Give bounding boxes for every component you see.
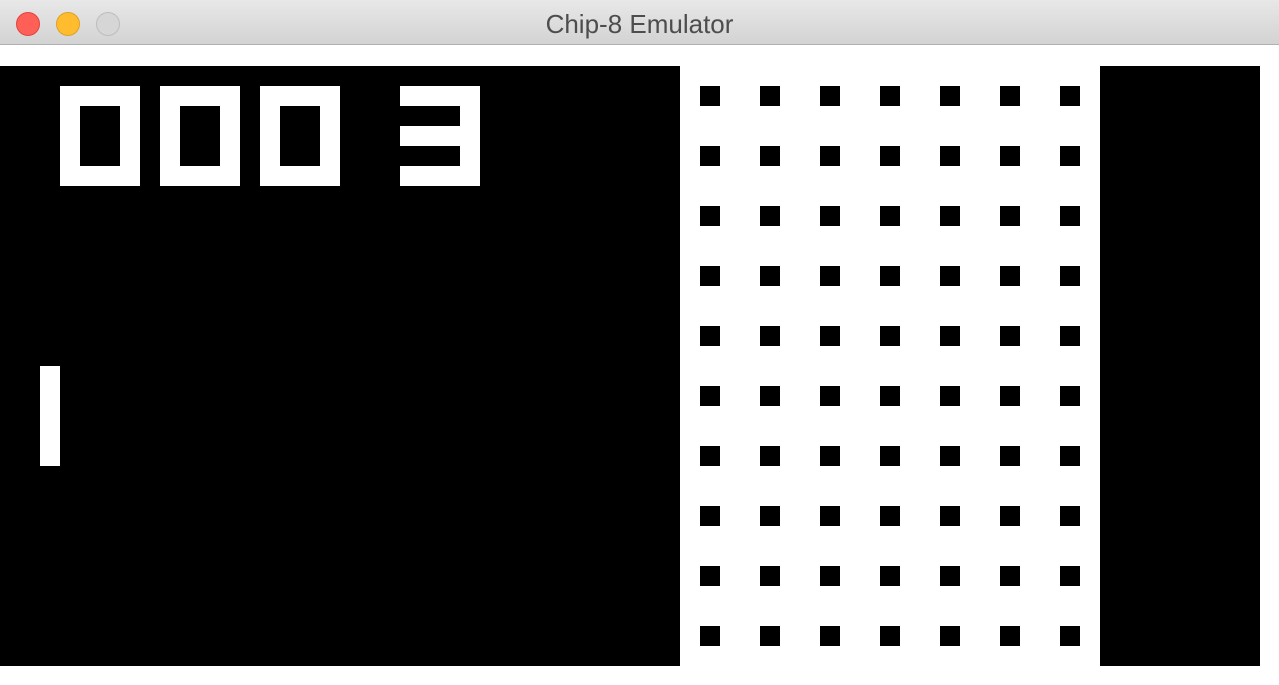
net-dot	[700, 86, 720, 106]
net-dot	[820, 386, 840, 406]
net-dot	[820, 206, 840, 226]
emulator-display	[0, 46, 1279, 685]
score-display	[60, 86, 480, 186]
net-dot	[940, 626, 960, 646]
net-dot	[820, 626, 840, 646]
net-dot	[940, 326, 960, 346]
net-dot	[880, 626, 900, 646]
net-dot	[1000, 266, 1020, 286]
title-bar[interactable]: Chip-8 Emulator	[0, 0, 1279, 45]
net-dot	[940, 146, 960, 166]
net-dot	[940, 506, 960, 526]
window-title: Chip-8 Emulator	[545, 9, 734, 39]
net-dot	[940, 386, 960, 406]
net-dot	[760, 506, 780, 526]
net-dot	[1060, 446, 1080, 466]
net-dot	[760, 446, 780, 466]
net-dot	[760, 566, 780, 586]
net-dot	[1000, 566, 1020, 586]
net-dot	[880, 506, 900, 526]
net-dot	[1000, 326, 1020, 346]
left-paddle	[40, 366, 60, 466]
net-dot	[1060, 266, 1080, 286]
net-dot	[700, 566, 720, 586]
score-digit	[400, 86, 480, 186]
net-dot	[760, 86, 780, 106]
net-dot	[1000, 506, 1020, 526]
net-dot	[880, 146, 900, 166]
net-dot	[700, 446, 720, 466]
net-dot	[1060, 386, 1080, 406]
display-canvas	[0, 66, 1260, 666]
net-dot	[940, 446, 960, 466]
net-dot	[760, 386, 780, 406]
net-dot	[1000, 206, 1020, 226]
net-dot	[820, 146, 840, 166]
net-dot	[940, 206, 960, 226]
net-dot	[820, 86, 840, 106]
net-dot	[940, 86, 960, 106]
net-dot	[700, 206, 720, 226]
net-dot	[880, 86, 900, 106]
net-dot	[820, 506, 840, 526]
net-dot	[760, 146, 780, 166]
net-grid	[700, 86, 1080, 646]
net-dot	[760, 626, 780, 646]
net-dot	[820, 266, 840, 286]
display-black-region-right	[1100, 66, 1260, 666]
net-dot	[1060, 86, 1080, 106]
net-dot	[1060, 146, 1080, 166]
net-dot	[700, 386, 720, 406]
net-dot	[1060, 206, 1080, 226]
net-dot	[760, 266, 780, 286]
net-dot	[760, 206, 780, 226]
net-dot	[700, 626, 720, 646]
net-dot	[1000, 626, 1020, 646]
net-dot	[880, 566, 900, 586]
net-dot	[1060, 506, 1080, 526]
net-dot	[760, 326, 780, 346]
net-dot	[820, 326, 840, 346]
score-digit	[60, 86, 140, 186]
net-dot	[880, 386, 900, 406]
net-dot	[880, 206, 900, 226]
net-dot	[700, 266, 720, 286]
net-dot	[880, 266, 900, 286]
net-dot	[1000, 86, 1020, 106]
net-dot	[880, 446, 900, 466]
net-dot	[1060, 326, 1080, 346]
net-dot	[880, 326, 900, 346]
net-dot	[1000, 446, 1020, 466]
net-dot	[820, 566, 840, 586]
net-dot	[940, 266, 960, 286]
net-dot	[1060, 626, 1080, 646]
net-dot	[1000, 386, 1020, 406]
net-dot	[1000, 146, 1020, 166]
score-digit	[260, 86, 340, 186]
net-dot	[1060, 566, 1080, 586]
net-dot	[820, 446, 840, 466]
score-digit	[160, 86, 240, 186]
net-dot	[700, 326, 720, 346]
net-dot	[700, 146, 720, 166]
net-dot	[940, 566, 960, 586]
net-dot	[700, 506, 720, 526]
